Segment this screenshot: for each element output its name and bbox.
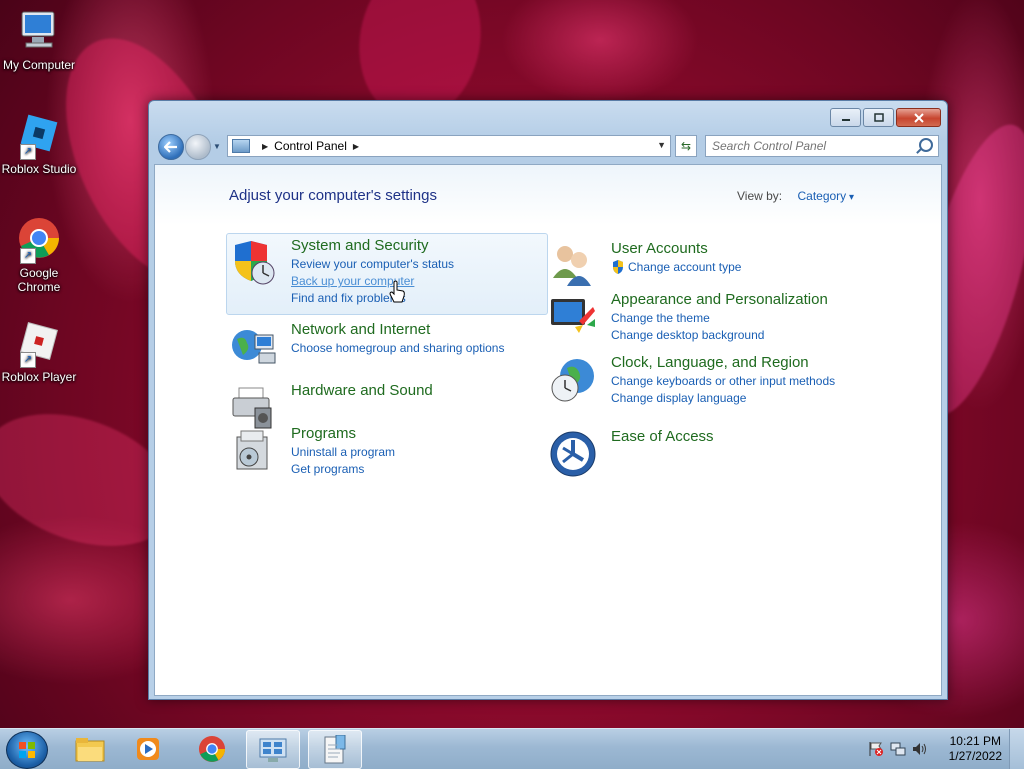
clock-date: 1/27/2022 <box>948 749 1002 763</box>
change-account-type-link[interactable]: Change account type <box>611 260 741 274</box>
search-box[interactable] <box>705 135 939 157</box>
start-button[interactable] <box>6 731 48 769</box>
category-title[interactable]: System and Security <box>291 237 454 254</box>
network-icon[interactable] <box>890 741 906 757</box>
computer-icon <box>16 8 62 54</box>
view-by-label: View by: <box>737 189 783 203</box>
desktop-icon-my-computer[interactable]: My Computer <box>0 8 78 72</box>
roblox-studio-icon: ↗ <box>16 112 62 160</box>
system-tray: 10:21 PM 1/27/2022 <box>854 729 1024 769</box>
change-account-type-text: Change account type <box>628 260 742 274</box>
arrow-left-icon <box>164 141 177 153</box>
control-panel-window: ▼ ▶ Control Panel ▶ ▼ ⇆ Adjust your comp… <box>148 100 948 700</box>
taskbar-control-panel[interactable] <box>246 730 300 769</box>
shortcut-arrow-icon: ↗ <box>20 352 36 368</box>
address-bar[interactable]: ▶ Control Panel ▶ ▼ <box>227 135 671 157</box>
control-panel-icon <box>232 139 250 153</box>
minimize-icon <box>841 118 850 121</box>
clock-time: 10:21 PM <box>949 734 1001 748</box>
maximize-icon <box>873 112 884 122</box>
taskbar: 10:21 PM 1/27/2022 <box>0 728 1024 769</box>
close-icon <box>913 112 924 123</box>
category-title[interactable]: Network and Internet <box>291 321 504 338</box>
change-desktop-background-link[interactable]: Change desktop background <box>611 328 828 342</box>
change-display-language-link[interactable]: Change display language <box>611 391 835 405</box>
users-icon <box>549 242 597 290</box>
view-by: View by: Category <box>737 189 854 203</box>
uninstall-program-link[interactable]: Uninstall a program <box>291 445 395 459</box>
category-title[interactable]: Appearance and Personalization <box>611 291 828 308</box>
desktop-icon-roblox-studio[interactable]: ↗ Roblox Studio <box>0 112 78 176</box>
search-icon[interactable] <box>919 138 933 152</box>
find-fix-problems-link[interactable]: Find and fix problems <box>291 291 454 305</box>
minimize-button[interactable] <box>830 108 861 127</box>
chrome-icon <box>198 735 226 762</box>
media-player-icon <box>137 737 159 760</box>
action-center-flag-icon[interactable] <box>868 741 884 757</box>
breadcrumb-control-panel[interactable]: Control Panel <box>274 139 347 153</box>
taskbar-notepad[interactable] <box>308 730 362 769</box>
back-button[interactable] <box>158 134 184 160</box>
navigation-bar: ▼ ▶ Control Panel ▶ ▼ ⇆ <box>157 133 939 160</box>
shortcut-arrow-icon: ↗ <box>20 248 36 264</box>
category-title[interactable]: Clock, Language, and Region <box>611 354 835 371</box>
recent-pages-dropdown[interactable]: ▼ <box>213 142 221 151</box>
taskbar-media-player[interactable] <box>122 730 174 767</box>
windows-logo-icon <box>19 742 35 758</box>
printer-icon <box>229 384 277 432</box>
search-input[interactable] <box>710 136 914 156</box>
category-title[interactable]: Ease of Access <box>611 428 714 445</box>
desktop-icon-label: Roblox Studio <box>1 162 77 176</box>
chrome-icon: ↗ <box>16 216 62 264</box>
taskbar-explorer[interactable] <box>64 730 116 767</box>
address-dropdown-icon[interactable]: ▼ <box>657 140 666 150</box>
desktop-icon-label: Google Chrome <box>17 266 61 294</box>
change-theme-link[interactable]: Change the theme <box>611 311 828 325</box>
shield-icon <box>229 239 277 287</box>
control-panel-icon <box>259 738 287 762</box>
show-desktop-button[interactable] <box>1009 729 1024 769</box>
volume-icon[interactable] <box>912 741 928 757</box>
back-up-link[interactable]: Back up your computer <box>291 274 454 288</box>
document-icon <box>324 734 346 763</box>
category-title[interactable]: Programs <box>291 425 395 442</box>
network-globe-icon <box>229 323 277 371</box>
shortcut-arrow-icon: ↗ <box>20 144 36 160</box>
caption-buttons <box>830 108 941 127</box>
page-title: Adjust your computer's settings <box>229 187 437 204</box>
forward-button[interactable] <box>185 134 211 160</box>
uac-shield-icon <box>613 260 623 274</box>
appearance-monitor-icon <box>549 293 597 341</box>
review-status-link[interactable]: Review your computer's status <box>291 257 454 271</box>
clock[interactable]: 10:21 PM 1/27/2022 <box>949 734 1002 764</box>
breadcrumb-separator-icon[interactable]: ▶ <box>353 142 359 151</box>
taskbar-chrome[interactable] <box>186 730 238 767</box>
refresh-button[interactable]: ⇆ <box>675 135 697 157</box>
category-title[interactable]: Hardware and Sound <box>291 382 433 399</box>
desktop-icon-label: My Computer <box>2 58 76 72</box>
get-programs-link[interactable]: Get programs <box>291 462 395 476</box>
roblox-player-icon: ↗ <box>16 320 62 368</box>
maximize-button[interactable] <box>863 108 894 127</box>
folder-icon <box>75 737 105 761</box>
hand-pointer-icon <box>389 280 405 303</box>
programs-box-icon <box>229 427 277 475</box>
desktop-icon-roblox-player[interactable]: ↗ Roblox Player <box>0 320 78 384</box>
change-keyboards-link[interactable]: Change keyboards or other input methods <box>611 374 835 388</box>
view-by-dropdown[interactable]: Category <box>797 189 854 203</box>
ease-of-access-icon <box>549 430 597 478</box>
clock-globe-icon <box>549 356 597 404</box>
homegroup-link[interactable]: Choose homegroup and sharing options <box>291 341 504 355</box>
breadcrumb-separator-icon[interactable]: ▶ <box>262 142 268 151</box>
desktop-icon-label: Roblox Player <box>1 370 77 384</box>
close-button[interactable] <box>896 108 941 127</box>
category-title[interactable]: User Accounts <box>611 240 741 257</box>
refresh-icon: ⇆ <box>680 139 692 153</box>
desktop-icon-google-chrome[interactable]: ↗ Google Chrome <box>0 216 78 294</box>
control-panel-content: Adjust your computer's settings View by:… <box>154 164 942 696</box>
